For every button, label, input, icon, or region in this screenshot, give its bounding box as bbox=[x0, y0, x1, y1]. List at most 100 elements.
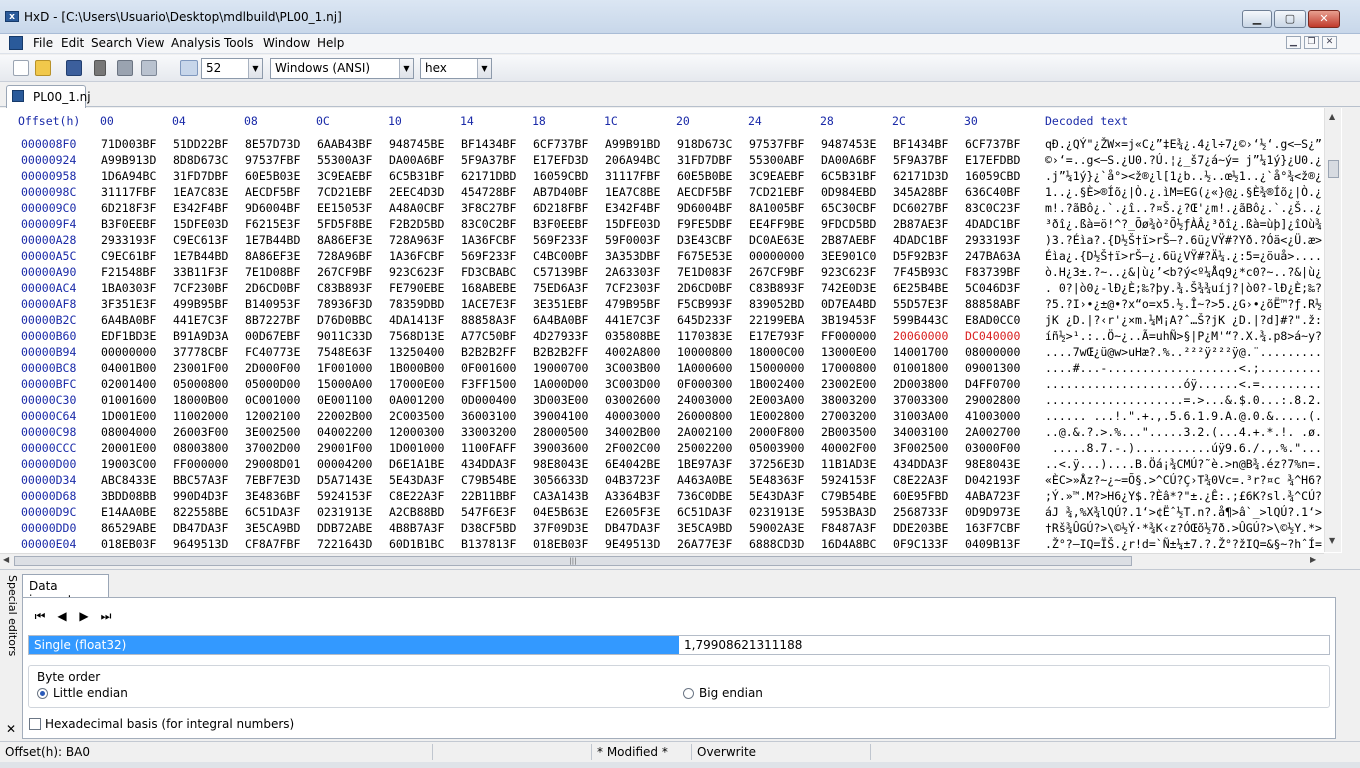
hex-cell[interactable]: 0231913E bbox=[749, 505, 804, 519]
hex-cell[interactable]: 2A002700 bbox=[965, 425, 1020, 439]
hex-cell[interactable]: 8A1005BF bbox=[749, 201, 804, 215]
hex-row[interactable]: 00000DD0 86529ABE DB47DA3F 3E5CA9BD DDB72ABE… bbox=[0, 521, 1342, 537]
hex-cell[interactable]: 345A28BF bbox=[893, 185, 948, 199]
hex-cell[interactable]: 1F001000 bbox=[317, 361, 372, 375]
hex-cell[interactable]: 15000A00 bbox=[317, 377, 372, 391]
hex-cell[interactable]: 0A001200 bbox=[389, 393, 444, 407]
hex-cell[interactable]: E2605F3E bbox=[605, 505, 660, 519]
hex-cell[interactable]: F675E53E bbox=[677, 249, 732, 263]
hex-cell[interactable]: FD3CBABC bbox=[461, 265, 516, 279]
hex-cell[interactable]: A48A0CBF bbox=[389, 201, 444, 215]
hex-cell[interactable]: CA3A143B bbox=[533, 489, 588, 503]
hex-cell[interactable]: F83739BF bbox=[965, 265, 1020, 279]
decoded-text[interactable]: ©›‘=..g<—S.¿U0.?Ú.¦¿_š7¿á~ý= j”¼1ý}¿U0.¿… bbox=[1045, 153, 1322, 167]
hex-cell[interactable]: 26000800 bbox=[677, 409, 732, 423]
hex-cell[interactable]: 1A000D00 bbox=[533, 377, 588, 391]
hex-cell[interactable]: 22B11BBF bbox=[461, 489, 516, 503]
hex-cell[interactable]: 15000000 bbox=[749, 361, 804, 375]
decoded-text[interactable]: .Ž°?–IQ=ÏŠ.¿r!d=`Ñ±¼±7.?.Ž°?žIQ=&§~?hˆÍ=… bbox=[1045, 537, 1322, 551]
hex-cell[interactable]: C9EC61BF bbox=[101, 249, 156, 263]
big-endian-radio[interactable] bbox=[683, 688, 694, 699]
hex-cell[interactable]: 1D001E00 bbox=[101, 409, 156, 423]
hex-cell[interactable]: 5F9A37BF bbox=[893, 153, 948, 167]
hex-cell[interactable]: 9D6004BF bbox=[245, 201, 300, 215]
hex-cell[interactable]: 1B002400 bbox=[749, 377, 804, 391]
hex-row[interactable]: 0000098C 31117FBF 1EA7C83E AECDF5BF 7CD21EBF… bbox=[0, 185, 1342, 201]
hex-cell[interactable]: 18000B00 bbox=[173, 393, 228, 407]
hex-cell[interactable]: 8D8D673C bbox=[173, 153, 228, 167]
hex-cell[interactable]: 11002000 bbox=[173, 409, 228, 423]
hex-row[interactable]: 00000B94 00000000 37778CBF FC40773E 7548E63F… bbox=[0, 345, 1342, 361]
hex-cell[interactable]: DC0AE63E bbox=[749, 233, 804, 247]
hex-cell[interactable]: 98E8043E bbox=[965, 457, 1020, 471]
hex-cell[interactable]: 36003100 bbox=[461, 409, 516, 423]
hex-cell[interactable]: 22199EBA bbox=[749, 313, 804, 327]
hex-cell[interactable]: C4BC00BF bbox=[533, 249, 588, 263]
hex-cell[interactable]: 7E1D08BF bbox=[245, 265, 300, 279]
hex-cell[interactable]: 34002B00 bbox=[605, 425, 660, 439]
hex-cell[interactable]: C8E22A3F bbox=[893, 473, 948, 487]
hex-row[interactable]: 00000A90 F21548BF 33B11F3F 7E1D08BF 267CF9BF… bbox=[0, 265, 1342, 281]
hex-cell[interactable]: 5C046D3F bbox=[965, 281, 1020, 295]
hex-cell[interactable]: 948745BE bbox=[389, 137, 444, 151]
hex-cell[interactable]: 34003100 bbox=[893, 425, 948, 439]
hex-cell[interactable]: 28000500 bbox=[533, 425, 588, 439]
hex-cell[interactable]: 2933193F bbox=[965, 233, 1020, 247]
decoded-text[interactable]: ;Ý.»™.M?>H6¿Y$.?Èâ*?"±.¿Ê:.;£6K?sl.¾^CÚ?… bbox=[1045, 489, 1322, 503]
hex-cell[interactable]: 206A94BC bbox=[605, 153, 660, 167]
hex-cell[interactable]: 10000800 bbox=[677, 345, 732, 359]
hex-cell[interactable]: 04001B00 bbox=[101, 361, 156, 375]
hex-cell[interactable]: 7CF2303F bbox=[605, 281, 660, 295]
hex-row[interactable]: 00000CCC 20001E00 08003800 37002D00 29001F00… bbox=[0, 441, 1342, 457]
hex-cell[interactable]: 62171DBD bbox=[461, 169, 516, 183]
hex-cell[interactable]: 168ABEBE bbox=[461, 281, 516, 295]
hex-cell[interactable]: 60E95FBD bbox=[893, 489, 948, 503]
hex-cell[interactable]: EDF1BD3E bbox=[101, 329, 156, 343]
hex-cell[interactable]: 7548E63F bbox=[317, 345, 372, 359]
hex-cell[interactable]: DB47DA3F bbox=[605, 521, 660, 535]
hex-cell[interactable]: 26A77E3F bbox=[677, 537, 732, 551]
hex-cell[interactable]: 3C003D00 bbox=[605, 377, 660, 391]
hex-cell[interactable]: 00000000 bbox=[101, 345, 156, 359]
hex-cell[interactable]: 55300A3F bbox=[317, 153, 372, 167]
hex-cell[interactable]: 8E57D73D bbox=[245, 137, 300, 151]
hex-cell[interactable]: 9487453E bbox=[821, 137, 876, 151]
hex-cell[interactable]: 1A36FCBF bbox=[389, 249, 444, 263]
hex-cell[interactable]: 3C9EAEBF bbox=[749, 169, 804, 183]
hex-cell[interactable]: 78359DBD bbox=[389, 297, 444, 311]
hex-cell[interactable]: 59002A3E bbox=[749, 521, 804, 535]
hex-cell[interactable]: 31117FBF bbox=[101, 185, 156, 199]
hex-cell[interactable]: 23001F00 bbox=[173, 361, 228, 375]
hex-cell[interactable]: 736C0DBE bbox=[677, 489, 732, 503]
hex-cell[interactable]: 3C003B00 bbox=[605, 361, 660, 375]
decoded-text[interactable]: ....7wŒ¿ü@w>uHæ?.%..²²²ÿ²²²ÿ@.¨.........… bbox=[1045, 345, 1322, 359]
hex-cell[interactable]: 3F8C27BF bbox=[461, 201, 516, 215]
hex-cell[interactable]: 1A36FCBF bbox=[461, 233, 516, 247]
hex-cell[interactable]: 20060000 bbox=[893, 329, 948, 343]
hex-cell[interactable]: 31FD7DBF bbox=[173, 169, 228, 183]
scroll-left-icon[interactable]: ◀ bbox=[3, 555, 9, 564]
hex-cell[interactable]: B140953F bbox=[245, 297, 300, 311]
menu-analysis[interactable]: Analysis bbox=[171, 36, 220, 50]
hex-cell[interactable]: D4FF0700 bbox=[965, 377, 1020, 391]
hex-cell[interactable]: E8AD0CC0 bbox=[965, 313, 1020, 327]
hex-cell[interactable]: 60E5B0BE bbox=[677, 169, 732, 183]
decoded-text[interactable]: Éìa¿.{D½Š†ï>rŠ–¿.6ü¿VŸ#?Ä¼.¿:5=¿öuå>....… bbox=[1045, 249, 1322, 263]
hex-row[interactable]: 00000D00 19003C00 FF000000 29008D01 00004200… bbox=[0, 457, 1342, 473]
hex-row[interactable]: 00000B2C 6A4BA0BF 441E7C3F 8B7227BF D76D0BBC… bbox=[0, 313, 1342, 329]
hex-cell[interactable]: 2E003A00 bbox=[749, 393, 804, 407]
hex-cell[interactable]: A463A0BE bbox=[677, 473, 732, 487]
menu-window[interactable]: Window bbox=[263, 36, 310, 50]
hex-cell[interactable]: F3FF1500 bbox=[461, 377, 516, 391]
hex-cell[interactable]: 8B7227BF bbox=[245, 313, 300, 327]
hex-cell[interactable]: 4002A800 bbox=[605, 345, 660, 359]
hex-cell[interactable]: 6A4BA0BF bbox=[533, 313, 588, 327]
display-mode-select[interactable]: hex ▼ bbox=[420, 58, 492, 79]
hex-cell[interactable]: 4DADC1BF bbox=[893, 233, 948, 247]
hex-cell[interactable]: 08004000 bbox=[101, 425, 156, 439]
hex-cell[interactable]: 5F9A37BF bbox=[461, 153, 516, 167]
hex-cell[interactable]: A3364B3F bbox=[605, 489, 660, 503]
menu-search[interactable]: Search bbox=[91, 36, 132, 50]
hex-cell[interactable]: 12000300 bbox=[389, 425, 444, 439]
hex-cell[interactable]: CF8A7FBF bbox=[245, 537, 300, 551]
